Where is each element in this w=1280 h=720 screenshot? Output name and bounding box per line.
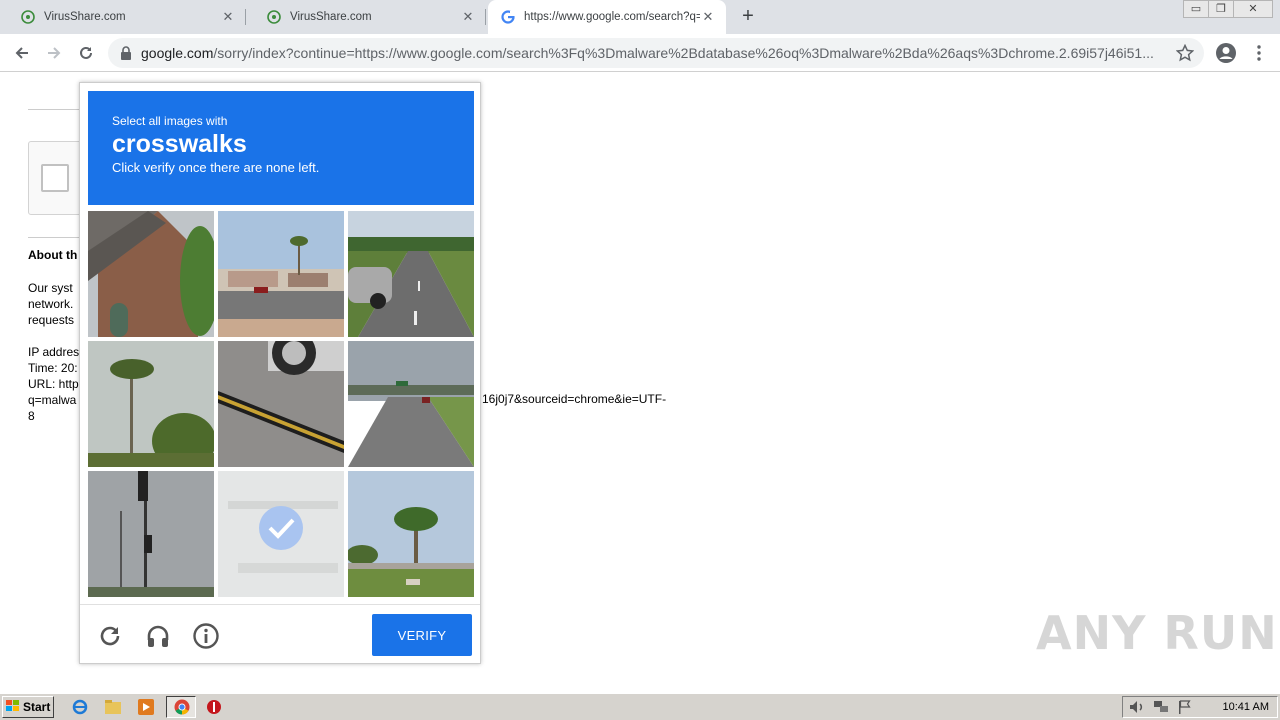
audio-challenge-icon[interactable] — [144, 622, 172, 650]
prompt-post: Click verify once there are none left. — [112, 160, 320, 175]
chrome-icon — [172, 698, 192, 716]
challenge-header: Select all images with crosswalks Click … — [88, 91, 474, 205]
reload-button[interactable] — [74, 41, 98, 65]
address-url[interactable]: google.com/sorry/index?continue=https://… — [141, 45, 1165, 61]
info-line: 8 — [28, 409, 35, 423]
info-line: IP addres — [28, 345, 80, 359]
network-icon[interactable] — [1151, 698, 1171, 716]
tab-title: VirusShare.com — [290, 11, 372, 23]
verify-button[interactable]: VERIFY — [372, 614, 472, 656]
tab-title: https://www.google.com/search?q= — [524, 11, 700, 23]
prompt-target: crosswalks — [112, 130, 247, 158]
tab-virusshare-2[interactable]: VirusShare.com ✕ — [246, 0, 486, 34]
info-line: URL: http — [28, 377, 79, 391]
virusshare-biohazard-icon — [20, 9, 36, 25]
windows-taskbar: Start 10:41 AM — [0, 693, 1280, 720]
start-label: Start — [23, 700, 51, 714]
restore-button[interactable]: ❐ — [1208, 0, 1234, 18]
close-window-button[interactable]: ✕ — [1233, 0, 1273, 18]
recaptcha-challenge: Select all images with crosswalks Click … — [79, 82, 481, 664]
chrome-taskbar-button[interactable] — [166, 696, 196, 718]
info-line: q=malwa — [28, 393, 77, 407]
tab-close-icon[interactable]: ✕ — [220, 9, 236, 25]
info-line: Time: 20: — [28, 361, 78, 375]
image-grid — [88, 211, 474, 597]
image-tile[interactable] — [218, 211, 344, 337]
image-tile[interactable] — [348, 341, 474, 467]
windows-logo-icon — [6, 699, 20, 715]
action-center-flag-icon[interactable] — [1175, 698, 1195, 716]
image-tile[interactable] — [88, 341, 214, 467]
start-button[interactable]: Start — [2, 696, 54, 718]
recaptcha-checkbox[interactable] — [41, 164, 69, 192]
browser-toolbar: google.com/sorry/index?continue=https://… — [0, 34, 1280, 72]
prompt-pre: Select all images with — [112, 114, 228, 128]
reload-icon — [80, 46, 92, 59]
image-tile[interactable] — [348, 471, 474, 597]
address-bar[interactable]: google.com/sorry/index?continue=https://… — [108, 38, 1204, 68]
tab-close-icon[interactable]: ✕ — [460, 9, 476, 25]
image-tile-selected[interactable] — [218, 471, 344, 597]
tab-google-search[interactable]: https://www.google.com/search?q= ✕ — [488, 0, 726, 34]
clock[interactable]: 10:41 AM — [1223, 701, 1269, 713]
profile-avatar-icon[interactable] — [1214, 41, 1238, 65]
minimize-button[interactable]: ▭ — [1183, 0, 1209, 18]
body-line: Our syst — [28, 281, 73, 295]
url-tail-text: 16j0j7&sourceid=chrome&ie=UTF- — [482, 392, 667, 406]
image-tile[interactable] — [88, 211, 214, 337]
image-tile[interactable] — [88, 471, 214, 597]
google-g-icon — [500, 9, 516, 25]
tab-virusshare-1[interactable]: VirusShare.com ✕ — [0, 0, 246, 34]
back-arrow-icon — [15, 47, 28, 59]
virusshare-biohazard-icon — [266, 9, 282, 25]
anyrun-watermark: ANY RUN — [1036, 606, 1278, 660]
tab-close-icon[interactable]: ✕ — [700, 9, 716, 25]
url-path: /sorry/index?continue=https://www.google… — [213, 45, 1154, 61]
image-tile[interactable] — [348, 211, 474, 337]
volume-icon[interactable] — [1127, 698, 1147, 716]
menu-kebab-icon[interactable] — [1247, 41, 1271, 65]
file-explorer-icon[interactable] — [103, 698, 123, 716]
body-line: requests — [28, 313, 75, 327]
back-button[interactable] — [10, 41, 34, 65]
url-host: google.com — [141, 45, 214, 61]
reload-challenge-icon[interactable] — [96, 622, 124, 650]
image-tile[interactable] — [218, 341, 344, 467]
tab-title: VirusShare.com — [44, 11, 126, 23]
tab-strip: VirusShare.com ✕ VirusShare.com ✕ https:… — [0, 0, 1280, 34]
challenge-footer: VERIFY — [80, 604, 480, 663]
info-icon[interactable] — [192, 622, 220, 650]
system-tray: 10:41 AM — [1122, 696, 1278, 718]
new-tab-button[interactable]: + — [736, 5, 760, 29]
bookmark-star-icon[interactable] — [1175, 43, 1195, 67]
lock-icon[interactable] — [120, 46, 132, 65]
stop-sign-icon[interactable] — [204, 698, 224, 716]
about-heading: About th — [28, 248, 78, 262]
internet-explorer-icon[interactable] — [70, 698, 90, 716]
body-line: network. — [28, 297, 74, 311]
forward-arrow-icon — [48, 47, 61, 59]
media-player-icon[interactable] — [136, 698, 156, 716]
forward-button[interactable] — [42, 41, 66, 65]
